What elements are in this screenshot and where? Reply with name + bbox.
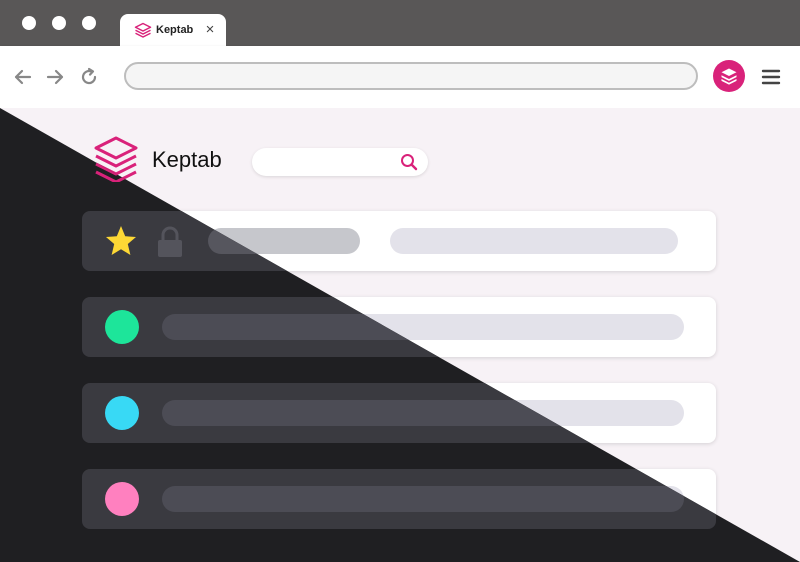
group-color-dot[interactable] — [105, 310, 139, 344]
star-icon[interactable] — [104, 224, 138, 258]
title-bar: Keptab × — [0, 0, 800, 46]
arrow-right-icon[interactable] — [44, 66, 66, 88]
lock-icon[interactable] — [156, 226, 184, 258]
address-bar[interactable] — [124, 62, 698, 90]
group-title-placeholder — [162, 400, 684, 426]
keptab-logo-icon — [94, 136, 138, 182]
app-title: Keptab — [152, 147, 222, 172]
tab-title-placeholder — [208, 228, 360, 254]
tab-close-icon[interactable]: × — [202, 19, 218, 41]
hamburger-menu-icon[interactable] — [760, 66, 782, 88]
search-icon[interactable] — [400, 153, 418, 171]
browser-toolbar — [0, 46, 800, 108]
window-minimize-dot[interactable] — [52, 16, 66, 30]
keptab-layers-icon — [721, 68, 737, 85]
search-input[interactable] — [264, 152, 398, 174]
pinned-tab-row[interactable] — [82, 211, 716, 271]
tab-url-placeholder — [390, 228, 678, 254]
tab-group-row[interactable] — [82, 297, 716, 357]
window-close-dot[interactable] — [22, 16, 36, 30]
tab-group-row[interactable] — [82, 469, 716, 529]
search-box[interactable] — [252, 148, 428, 176]
keptab-page: Keptab — [0, 108, 800, 562]
group-title-placeholder — [162, 314, 684, 340]
keptab-extension-button[interactable] — [713, 60, 745, 92]
window-maximize-dot[interactable] — [82, 16, 96, 30]
reload-icon[interactable] — [78, 66, 100, 88]
group-color-dot[interactable] — [105, 482, 139, 516]
browser-tab[interactable]: Keptab × — [120, 14, 226, 46]
group-title-placeholder — [162, 486, 684, 512]
browser-window: Keptab × Keptab — [0, 0, 800, 562]
arrow-left-icon[interactable] — [12, 66, 34, 88]
tab-group-row[interactable] — [82, 383, 716, 443]
tab-title: Keptab — [156, 24, 194, 36]
keptab-logo-icon — [134, 22, 152, 38]
group-color-dot[interactable] — [105, 396, 139, 430]
